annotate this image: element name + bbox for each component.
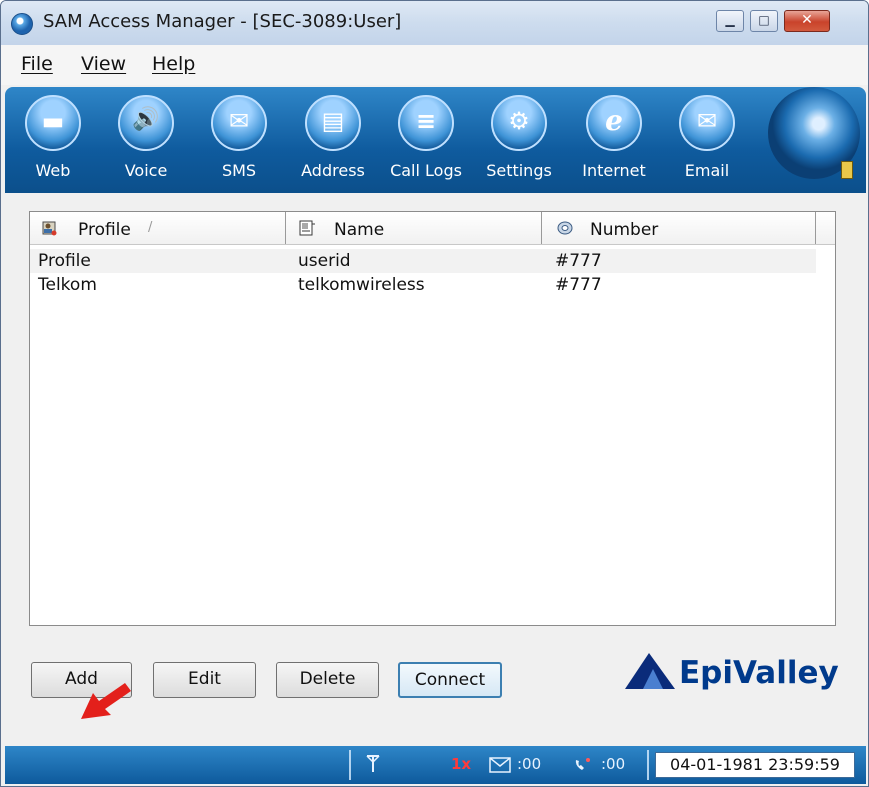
minimize-icon: ▁ [725,13,735,27]
cell-name: telkomwireless [298,275,425,295]
name-icon [299,220,315,236]
address-book-icon: ▤ [305,95,361,151]
toolbar-address-button[interactable]: ▤ Address [293,95,373,191]
delete-button[interactable]: Delete [276,662,379,698]
number-icon [557,221,573,235]
column-header-profile[interactable]: Profile / [30,212,286,244]
toolbar-label: Call Logs [390,161,462,180]
app-window: SAM Access Manager - [SEC-3089:User] ▁ □… [0,0,869,787]
annotation-arrow-icon [81,683,131,719]
epivalley-logo: EpiValley [623,649,843,699]
cell-number: #777 [555,275,602,295]
toolbar-label: Internet [582,161,646,180]
toolbar-sms-button[interactable]: ✉ SMS [199,95,279,191]
toolbar-voice-button[interactable]: 🔊 Voice [106,95,186,191]
toolbar: ▬ Web 🔊 Voice ✉ SMS ▤ Address ≡ Call Log… [5,87,866,193]
profile-list[interactable]: Profile / Name Number Profile userid #77… [29,211,836,626]
toolbar-call-logs-button[interactable]: ≡ Call Logs [386,95,466,191]
title-bar[interactable]: SAM Access Manager - [SEC-3089:User] ▁ □… [1,1,868,45]
menu-help[interactable]: Help [152,53,195,75]
table-row[interactable]: Telkom telkomwireless #777 [30,273,816,297]
cell-profile: Telkom [38,275,97,295]
envelope-icon: ✉ [211,95,267,151]
toolbar-web-button[interactable]: ▬ Web [13,95,93,191]
edit-button[interactable]: Edit [153,662,256,698]
toolbar-label: Settings [486,161,552,180]
logo-mountain-icon [625,653,675,689]
sim-card-icon [841,161,853,179]
column-header-name[interactable]: Name [286,212,542,244]
toolbar-label: Email [684,161,730,180]
speaker-icon: 🔊 [118,95,174,151]
cell-number: #777 [555,251,602,271]
network-type-indicator: 1x [451,755,472,773]
table-row[interactable]: Profile userid #777 [30,249,816,273]
menu-view[interactable]: View [81,53,126,75]
app-icon [11,13,33,35]
gear-icon: ⚙ [491,95,547,151]
voicemail-count: :00 [601,755,626,773]
toolbar-label: SMS [221,161,257,180]
cell-profile: Profile [38,251,91,271]
antenna-icon [366,755,380,772]
internet-explorer-icon: e [586,95,642,151]
web-icon: ▬ [25,95,81,151]
column-label: Number [590,220,659,240]
status-separator [349,750,351,780]
list-header: Profile / Name Number [30,212,835,245]
call-log-icon: ≡ [398,95,454,151]
menu-bar: File View Help [1,45,868,85]
profile-icon [42,221,57,236]
toolbar-internet-button[interactable]: e Internet [574,95,654,191]
status-bar: 1x :00 :00 04-01-1981 23:59:59 [5,746,866,784]
close-button[interactable]: ✕ [784,10,830,32]
column-label: Name [334,220,385,240]
datetime-display: 04-01-1981 23:59:59 [655,752,855,778]
toolbar-label: Voice [124,161,168,180]
sms-count: :00 [517,755,542,773]
logo-text: EpiValley [679,655,839,691]
cell-name: userid [298,251,351,271]
maximize-button[interactable]: □ [750,10,778,32]
sort-indicator-icon: / [148,220,153,235]
email-icon: ✉ [679,95,735,151]
close-icon: ✕ [801,12,813,28]
toolbar-email-button[interactable]: ✉ Email [667,95,747,191]
voicemail-icon [575,758,590,770]
menu-file[interactable]: File [21,53,53,75]
column-header-number[interactable]: Number [542,212,816,244]
toolbar-settings-button[interactable]: ⚙ Settings [479,95,559,191]
sms-icon [489,757,511,773]
column-label: Profile [78,220,131,240]
window-title: SAM Access Manager - [SEC-3089:User] [43,11,402,32]
status-separator [647,750,649,780]
connect-button[interactable]: Connect [398,662,502,698]
toolbar-label: Address [301,161,365,180]
maximize-icon: □ [758,13,770,27]
minimize-button[interactable]: ▁ [716,10,744,32]
toolbar-label: Web [35,161,71,180]
